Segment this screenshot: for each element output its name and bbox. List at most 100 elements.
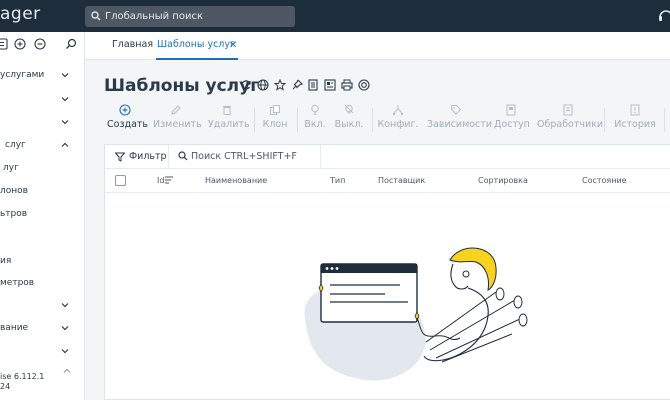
history-button[interactable]: История [614, 104, 656, 136]
handlers-label: Обработчики [537, 119, 604, 130]
filter-label: Фильтр [129, 151, 167, 162]
close-icon[interactable]: ✕ [229, 40, 237, 51]
column-header-state[interactable]: Состояние [582, 176, 627, 185]
filter-button[interactable]: Фильтр [105, 145, 169, 169]
grid-search-input[interactable]: Поиск CTRL+SHIFT+F [169, 145, 321, 169]
sidebar-item-templates[interactable]: лонов [0, 183, 84, 201]
grid-search-placeholder: Поиск CTRL+SHIFT+F [191, 151, 297, 162]
disable-label: Выкл. [334, 119, 364, 130]
chevron-down-icon [61, 97, 69, 102]
edit-label: Изменить [153, 119, 202, 130]
app-brand: ager [0, 4, 41, 24]
dependencies-label: Зависимости [427, 119, 492, 130]
app-version: ise 6.112.1 24 [0, 372, 44, 392]
toolbar-separator [604, 108, 605, 132]
help-lifebuoy-icon[interactable] [358, 79, 370, 91]
column-header-id[interactable]: Id [157, 176, 164, 185]
disable-button[interactable]: Выкл. [333, 104, 365, 136]
handlers-button[interactable]: Обработчики [537, 104, 604, 136]
sidebar-item-service-catalog[interactable]: слуг [0, 137, 84, 155]
refresh-icon[interactable] [240, 79, 252, 91]
chevron-down-icon [61, 326, 69, 331]
actions-toolbar: Создать Изменить Удалить Клон Вкл. Выкл.… [104, 104, 670, 136]
config-label: Конфиг. [377, 119, 419, 130]
plus-circle-icon [119, 104, 131, 116]
enable-button[interactable]: Вкл. [303, 104, 327, 136]
sidebar-item-services[interactable]: услугами [0, 67, 84, 85]
global-search-input[interactable]: Глобальный поиск [85, 6, 295, 27]
tag-icon [451, 105, 462, 115]
config-icon [392, 105, 404, 116]
history-icon [630, 104, 640, 116]
sidebar-item-group-2[interactable] [0, 114, 84, 132]
star-icon[interactable] [274, 79, 286, 91]
column-header-type[interactable]: Тип [330, 176, 345, 185]
sidebar-item-label: ия [0, 256, 12, 266]
access-icon [506, 104, 516, 116]
chevron-down-icon [61, 73, 69, 78]
tab-service-templates[interactable]: Шаблоны услуг [157, 39, 235, 50]
tab-bar: Главная Шаблоны услуг ✕ [85, 32, 670, 60]
config-button[interactable]: Конфиг. [377, 104, 419, 136]
active-tab-indicator [156, 58, 238, 60]
sort-icon[interactable] [165, 176, 173, 184]
dependencies-button[interactable]: Зависимости [427, 104, 492, 136]
chevron-down-icon [61, 349, 69, 354]
collapse-all-icon[interactable] [0, 38, 8, 50]
sidebar-item-group-4[interactable] [0, 343, 84, 361]
sidebar-item-design[interactable]: вание [0, 320, 84, 338]
chevron-down-icon [61, 120, 69, 125]
clone-label: Клон [262, 119, 288, 130]
clone-button[interactable]: Клон [261, 104, 289, 136]
tab-home[interactable]: Главная [112, 39, 153, 50]
sidebar: услугами слуг луг лонов ьтров ия метров … [0, 32, 85, 400]
globe-icon[interactable] [257, 79, 269, 91]
collapse-minus-icon[interactable] [34, 38, 46, 50]
column-header-sorting[interactable]: Сортировка [478, 176, 528, 185]
sidebar-item-label: луг [3, 163, 19, 173]
sidebar-item-label: услугами [0, 70, 45, 80]
select-all-checkbox[interactable] [115, 175, 126, 186]
copy-icon [270, 105, 280, 115]
filter-icon [115, 152, 125, 162]
column-header-supplier[interactable]: Поставщик [378, 176, 425, 185]
delete-button[interactable]: Удалить [208, 104, 250, 136]
toolbar-separator [254, 108, 255, 132]
version-date: 24 [0, 382, 11, 391]
chevron-up-icon[interactable] [63, 368, 71, 374]
grid-filter-row: Фильтр Поиск CTRL+SHIFT+F [105, 145, 670, 169]
chevron-up-icon [61, 142, 69, 147]
column-header-name[interactable]: Наименование [205, 176, 267, 185]
sidebar-item-group-1[interactable] [0, 91, 84, 109]
pencil-icon [171, 105, 181, 115]
edit-button[interactable]: Изменить [153, 104, 202, 136]
sidebar-search-icon[interactable] [65, 38, 77, 50]
sidebar-item-label: метров [0, 278, 35, 288]
access-button[interactable]: Доступ [494, 104, 530, 136]
sidebar-item-filters[interactable]: ьтров [0, 206, 84, 224]
sidebar-item-label: слуг [5, 140, 26, 150]
export-icon[interactable] [324, 79, 336, 91]
search-icon [91, 11, 101, 21]
expand-plus-icon[interactable] [14, 38, 26, 50]
trash-icon [223, 106, 231, 115]
global-search-label: Глобальный поиск [105, 11, 203, 22]
chevron-down-icon [61, 303, 69, 308]
document-icon[interactable] [307, 79, 319, 91]
bulb-on-icon [311, 104, 319, 115]
sidebar-item-service-templates[interactable]: луг [0, 160, 84, 178]
create-button[interactable]: Создать [107, 104, 148, 136]
sidebar-item-group-3[interactable] [0, 297, 84, 315]
sidebar-item-config[interactable]: ия [0, 253, 84, 271]
empty-state-illustration [304, 247, 528, 381]
sidebar-item-parameters[interactable]: метров [0, 275, 84, 293]
toolbar-separator [297, 108, 298, 132]
toolbar-separator [372, 108, 373, 132]
version-line: ise 6.112.1 [0, 372, 45, 381]
history-label: История [614, 119, 656, 130]
page-title: Шаблоны услуг [104, 76, 260, 96]
print-icon[interactable] [341, 79, 353, 91]
pin-icon[interactable] [291, 79, 303, 91]
delete-label: Удалить [208, 119, 250, 130]
headset-icon[interactable] [658, 8, 670, 24]
